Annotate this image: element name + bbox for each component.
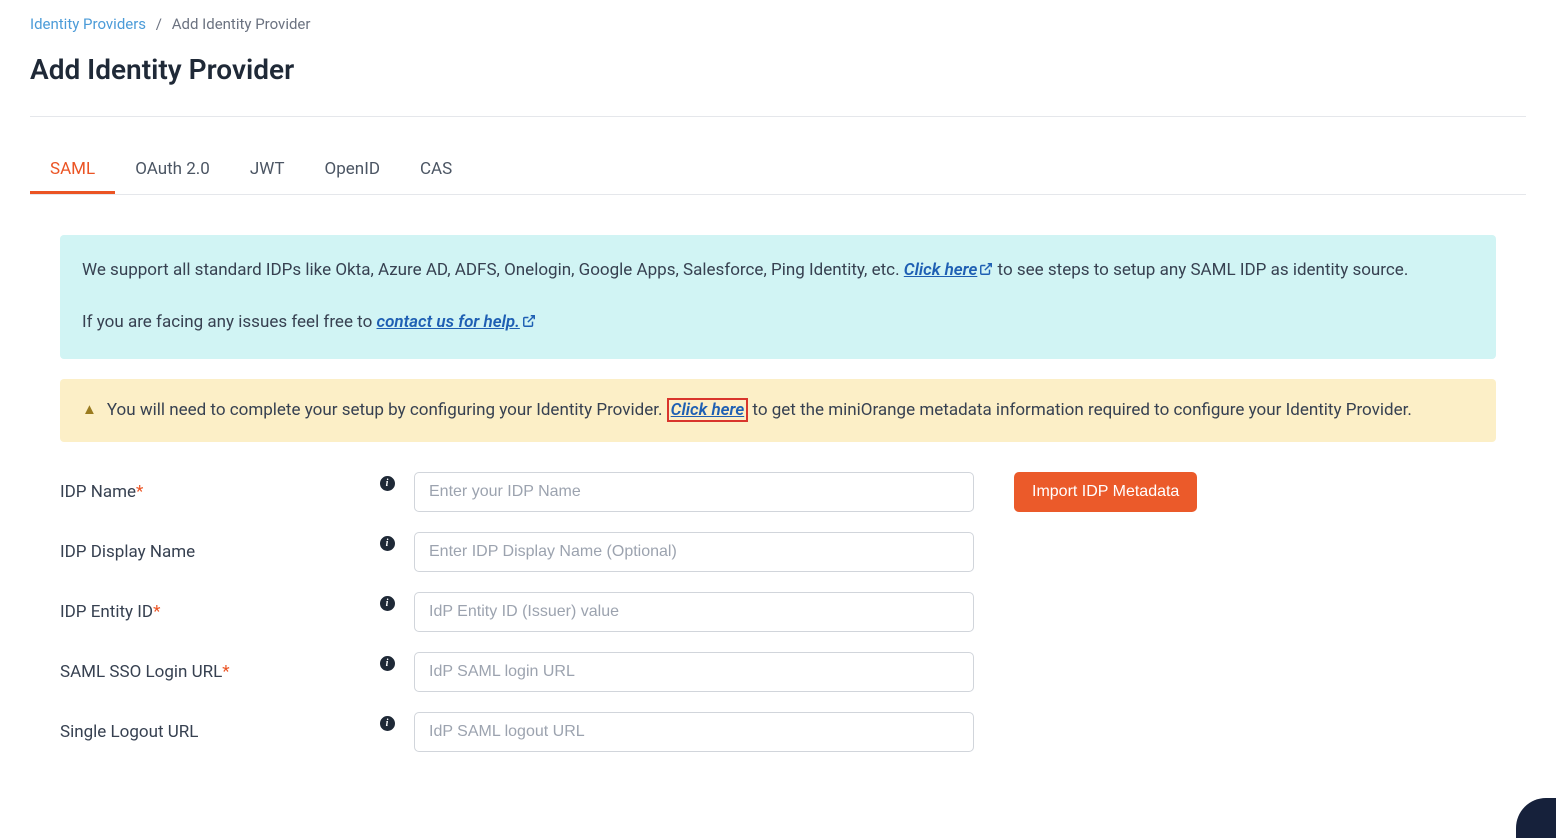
click-here-setup-link[interactable]: Click here: [904, 260, 994, 280]
form-row-saml-sso-login-url: SAML SSO Login URL* i: [60, 652, 1496, 692]
required-marker: *: [222, 662, 229, 682]
click-here-highlighted: Click here: [667, 398, 749, 422]
breadcrumb: Identity Providers / Add Identity Provid…: [30, 15, 1526, 33]
info-text-2: to see steps to setup any SAML IDP as id…: [993, 260, 1408, 280]
floating-support-button[interactable]: [1516, 798, 1556, 838]
idp-name-input[interactable]: [414, 472, 974, 512]
warning-icon: ▲: [82, 397, 97, 423]
info-icon[interactable]: i: [380, 656, 395, 671]
required-marker: *: [153, 602, 160, 622]
warning-banner: ▲ You will need to complete your setup b…: [60, 379, 1496, 441]
page-title: Add Identity Provider: [30, 53, 1526, 86]
breadcrumb-parent-link[interactable]: Identity Providers: [30, 15, 146, 33]
idp-entity-id-input[interactable]: [414, 592, 974, 632]
info-text-1: We support all standard IDPs like Okta, …: [82, 260, 904, 280]
form-row-idp-name: IDP Name* i Import IDP Metadata: [60, 472, 1496, 512]
info-icon[interactable]: i: [380, 476, 395, 491]
contact-help-link[interactable]: contact us for help.: [377, 312, 536, 332]
label-idp-entity-id: IDP Entity ID*: [60, 602, 360, 622]
info-icon[interactable]: i: [380, 716, 395, 731]
info-icon[interactable]: i: [380, 536, 395, 551]
tab-content: We support all standard IDPs like Okta, …: [30, 195, 1526, 752]
required-marker: *: [136, 482, 143, 502]
tab-openid[interactable]: OpenID: [305, 147, 400, 194]
label-single-logout-url: Single Logout URL: [60, 722, 360, 742]
label-idp-display-name: IDP Display Name: [60, 542, 360, 562]
breadcrumb-separator: /: [156, 15, 162, 33]
external-link-icon: [522, 310, 536, 337]
single-logout-url-input[interactable]: [414, 712, 974, 752]
import-idp-metadata-button[interactable]: Import IDP Metadata: [1014, 472, 1197, 512]
form-row-idp-entity-id: IDP Entity ID* i: [60, 592, 1496, 632]
form-row-single-logout-url: Single Logout URL i: [60, 712, 1496, 752]
tabs-bar: SAML OAuth 2.0 JWT OpenID CAS: [30, 147, 1526, 195]
tab-cas[interactable]: CAS: [400, 147, 472, 194]
info-banner: We support all standard IDPs like Okta, …: [60, 235, 1496, 359]
tab-jwt[interactable]: JWT: [230, 147, 305, 194]
info-icon[interactable]: i: [380, 596, 395, 611]
title-divider: [30, 116, 1526, 117]
form-row-idp-display-name: IDP Display Name i: [60, 532, 1496, 572]
warning-text-post: to get the miniOrange metadata informati…: [748, 400, 1412, 420]
warning-text-pre: You will need to complete your setup by …: [107, 400, 667, 420]
saml-sso-login-url-input[interactable]: [414, 652, 974, 692]
label-saml-sso-login-url: SAML SSO Login URL*: [60, 662, 360, 682]
click-here-metadata-link[interactable]: Click here: [671, 400, 745, 420]
tab-oauth2[interactable]: OAuth 2.0: [115, 147, 230, 194]
breadcrumb-current: Add Identity Provider: [172, 15, 311, 33]
tab-saml[interactable]: SAML: [30, 147, 115, 194]
label-idp-name: IDP Name*: [60, 482, 360, 502]
external-link-icon: [979, 258, 993, 285]
idp-display-name-input[interactable]: [414, 532, 974, 572]
info-text-3: If you are facing any issues feel free t…: [82, 312, 377, 332]
